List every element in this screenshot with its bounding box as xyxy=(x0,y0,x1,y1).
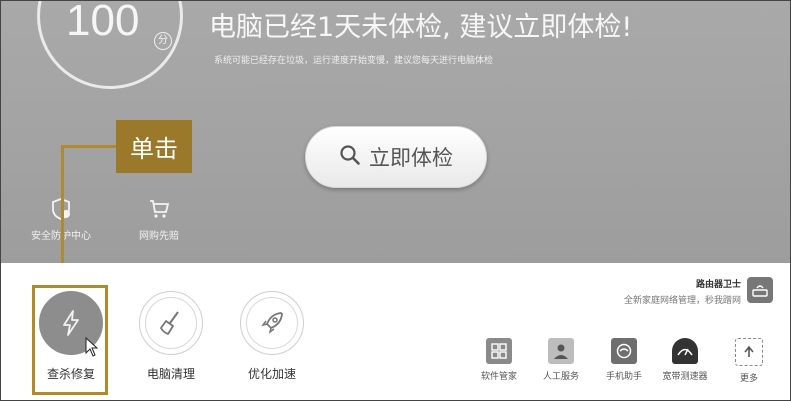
pc-clean-circle xyxy=(139,291,203,355)
pc-clean-button[interactable]: 电脑清理 xyxy=(128,291,214,382)
check-now-label: 立即体检 xyxy=(369,146,453,170)
router-guard-title[interactable]: 路由器卫士 xyxy=(641,277,741,290)
optimize-speed-button[interactable]: 优化加速 xyxy=(229,291,315,382)
speed-test-label: 宽带测速器 xyxy=(662,372,708,382)
more-button[interactable]: 更多 xyxy=(726,338,772,384)
software-manager-label: 软件管家 xyxy=(480,372,517,382)
speed-meter-icon xyxy=(672,338,698,364)
mouse-cursor-icon xyxy=(85,336,99,361)
check-now-button[interactable]: 立即体检 xyxy=(305,126,487,188)
optimize-speed-circle xyxy=(240,291,304,355)
search-icon xyxy=(339,144,361,170)
more-label: 更多 xyxy=(739,374,758,384)
shopping-cart-icon xyxy=(147,200,171,225)
person-service-icon xyxy=(548,338,574,364)
score-unit: 分 xyxy=(154,32,172,50)
status-subtitle: 系统可能已经存在垃圾，运行速度开始变慢，建议您每天进行电脑体检 xyxy=(214,56,494,66)
human-service-label: 人工服务 xyxy=(542,372,579,382)
phone-assistant-icon xyxy=(611,338,637,364)
app-window: 100 分 电脑已经1天未体检, 建议立即体检! 系统可能已经存在垃圾，运行速度… xyxy=(0,0,791,401)
pc-clean-label: 电脑清理 xyxy=(146,367,195,381)
human-service-button[interactable]: 人工服务 xyxy=(529,338,593,382)
software-manager-button[interactable]: 软件管家 xyxy=(467,338,531,382)
more-arrow-icon xyxy=(735,338,763,366)
broom-icon xyxy=(145,297,197,349)
score-ring[interactable]: 100 分 xyxy=(37,0,183,89)
score-value: 100 xyxy=(66,0,140,45)
click-callout: 单击 xyxy=(116,120,192,173)
callout-connector xyxy=(61,145,117,148)
speed-test-button[interactable]: 宽带测速器 xyxy=(653,338,717,382)
router-icon[interactable] xyxy=(747,277,773,303)
phone-assistant-button[interactable]: 手机助手 xyxy=(592,338,656,382)
shopping-protect-label: 网购先赔 xyxy=(139,231,179,242)
callout-connector-vertical xyxy=(61,145,64,269)
phone-assistant-label: 手机助手 xyxy=(605,372,642,382)
page-title: 电脑已经1天未体检, 建议立即体检! xyxy=(209,12,633,43)
router-guard-desc: 全新家庭网络管理，秒我蹭网 xyxy=(623,296,741,306)
shopping-protect-button[interactable]: 网购先赔 xyxy=(119,197,199,242)
optimize-speed-label: 优化加速 xyxy=(247,367,296,381)
apps-grid-icon xyxy=(486,338,512,364)
rocket-icon xyxy=(246,297,298,349)
